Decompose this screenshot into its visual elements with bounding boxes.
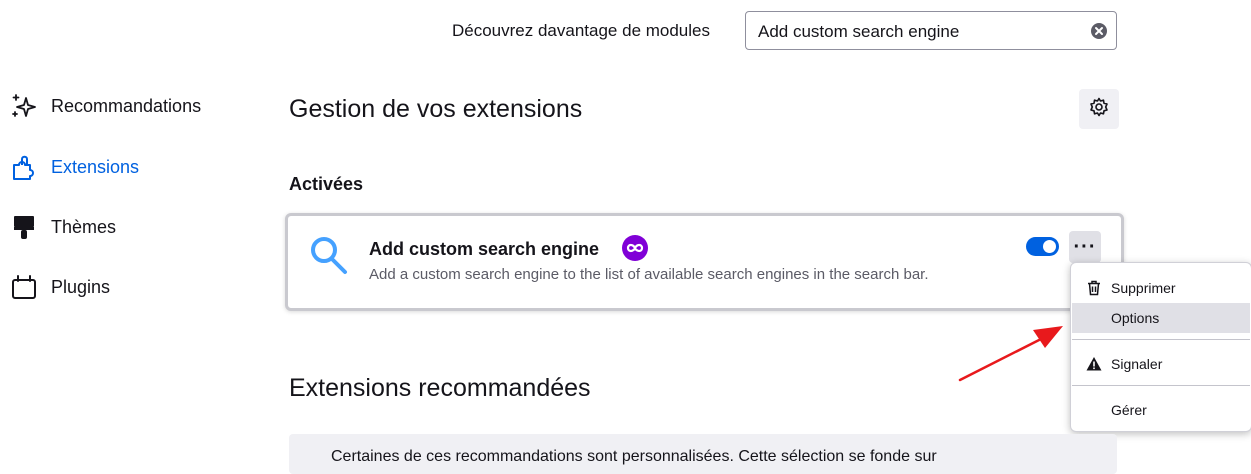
sidebar-item-plugins[interactable]: Plugins xyxy=(10,273,110,301)
menu-item-label: Supprimer xyxy=(1111,280,1176,296)
menu-item-label: Options xyxy=(1111,310,1160,326)
menu-item-remove[interactable]: Supprimer xyxy=(1072,273,1250,303)
more-icon: ··· xyxy=(1073,235,1097,258)
search-icon xyxy=(305,232,351,278)
menu-item-report[interactable]: Signaler xyxy=(1072,349,1250,379)
menu-separator xyxy=(1072,339,1250,340)
extension-enabled-toggle[interactable] xyxy=(1026,237,1059,256)
sidebar-item-label: Plugins xyxy=(51,276,111,297)
more-options-button[interactable]: ··· xyxy=(1069,231,1101,263)
search-label: Découvrez davantage de modules xyxy=(452,21,710,40)
sidebar-item-label: Thèmes xyxy=(51,216,117,237)
menu-item-label: Signaler xyxy=(1111,356,1163,372)
brush-icon xyxy=(10,213,38,241)
extension-description: Add a custom search engine to the list o… xyxy=(369,266,929,283)
enabled-section-heading: Activées xyxy=(289,174,364,194)
recommended-section-heading: Extensions recommandées xyxy=(289,374,591,402)
warning-icon xyxy=(1086,356,1102,372)
menu-separator xyxy=(1072,385,1250,386)
extension-context-menu: Supprimer Options Signaler Gérer xyxy=(1070,262,1251,432)
personalization-notice: Certaines de ces recommandations sont pe… xyxy=(289,434,1117,474)
annotation-arrow xyxy=(958,326,1063,382)
sparkles-icon xyxy=(10,92,38,120)
menu-item-manage[interactable]: Gérer xyxy=(1072,395,1250,425)
sidebar-item-label: Recommandations xyxy=(51,95,202,116)
sidebar-item-label: Extensions xyxy=(51,156,140,177)
sidebar-item-themes[interactable]: Thèmes xyxy=(10,213,116,241)
sidebar-item-recommandations[interactable]: Recommandations xyxy=(10,92,201,120)
trash-icon xyxy=(1086,280,1102,296)
clear-icon[interactable] xyxy=(1091,23,1107,39)
extension-name[interactable]: Add custom search engine xyxy=(369,239,599,260)
gear-icon xyxy=(1089,97,1109,122)
tools-button[interactable] xyxy=(1079,89,1119,129)
menu-item-label: Gérer xyxy=(1111,402,1147,418)
sidebar-item-extensions[interactable]: Extensions xyxy=(10,153,139,181)
puzzle-icon xyxy=(10,153,38,181)
toggle-knob xyxy=(1043,240,1056,253)
search-input[interactable]: Add custom search engine xyxy=(745,11,1117,50)
notice-text: Certaines de ces recommandations sont pe… xyxy=(331,448,937,465)
extension-card[interactable] xyxy=(285,213,1124,311)
recommended-badge-icon xyxy=(622,235,648,261)
page-title: Gestion de vos extensions xyxy=(289,95,583,123)
search-input-value: Add custom search engine xyxy=(758,22,960,41)
plugin-icon xyxy=(10,273,38,301)
menu-item-options[interactable]: Options xyxy=(1072,303,1250,333)
